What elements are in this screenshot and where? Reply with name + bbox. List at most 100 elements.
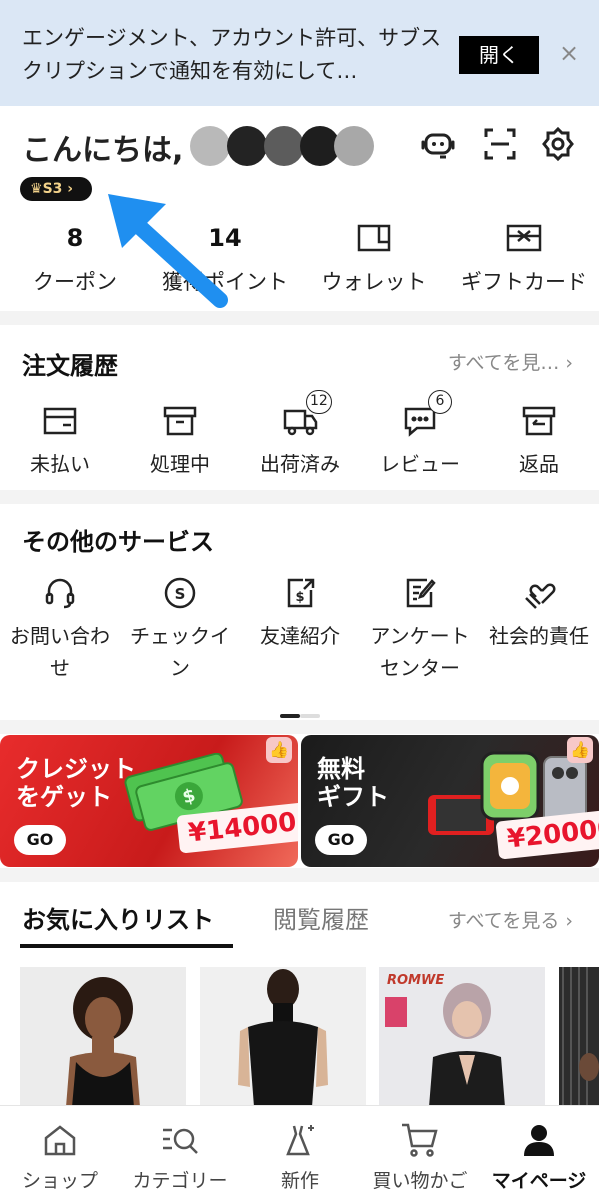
product-image[interactable] xyxy=(559,967,599,1107)
order-returns[interactable]: 返品 xyxy=(479,402,599,480)
tab-wishlist[interactable]: お気に入りリスト xyxy=(22,900,214,935)
see-all-text: すべてを見… xyxy=(447,352,560,374)
order-shipped[interactable]: 12 出荷済み xyxy=(240,390,360,480)
active-tab-underline xyxy=(20,944,233,948)
category-search-icon xyxy=(120,1120,240,1160)
svg-text:S: S xyxy=(175,585,186,603)
item-label: 処理中 xyxy=(150,452,210,476)
heart-hand-icon xyxy=(479,574,599,612)
home-icon xyxy=(0,1120,120,1160)
coin-icon: S xyxy=(120,574,240,612)
membership-level-badge[interactable]: ♛S3 › xyxy=(20,177,92,201)
customer-service-icon[interactable] xyxy=(418,124,458,164)
order-review[interactable]: 6 レビュー xyxy=(360,390,480,480)
service-contact[interactable]: お問い合わせ xyxy=(0,574,120,684)
wallet-icon xyxy=(299,222,449,254)
nav-label: 新作 xyxy=(280,1170,319,1192)
product-model-photo xyxy=(385,983,505,1107)
return-box-icon xyxy=(479,402,599,440)
section-divider xyxy=(0,720,599,734)
level-text: S3 xyxy=(42,181,63,197)
stat-gift-card[interactable]: ギフトカード xyxy=(449,222,599,296)
review-count-badge: 6 xyxy=(428,390,452,414)
item-label: 返品 xyxy=(519,452,559,476)
promo-go-button[interactable]: GO xyxy=(315,825,367,855)
item-label: 友達紹介 xyxy=(260,624,340,648)
box-icon xyxy=(120,402,240,440)
item-label: 社会的責任 xyxy=(489,624,589,648)
section-divider xyxy=(0,868,599,882)
nav-my-page[interactable]: マイページ xyxy=(479,1120,599,1193)
unpaid-wallet-icon xyxy=(0,402,120,440)
blue-arrow-annotation xyxy=(108,194,228,308)
masked-name-circle xyxy=(264,126,304,166)
nav-label: マイページ xyxy=(491,1170,587,1192)
dress-sparkle-icon xyxy=(240,1120,360,1160)
nav-label: 買い物かご xyxy=(372,1170,468,1192)
chevron-right-icon: › xyxy=(565,910,573,932)
survey-edit-icon xyxy=(360,574,480,612)
section-divider xyxy=(0,311,599,325)
product-image[interactable] xyxy=(200,967,366,1107)
product-model-photo xyxy=(238,969,328,1107)
promo-credit-banner[interactable]: クレジット をゲット GO $ ¥14000 👍 xyxy=(0,735,298,867)
service-referral[interactable]: $ 友達紹介 xyxy=(240,574,360,652)
tab-browsing-history[interactable]: 閲覧履歴 xyxy=(273,900,370,935)
product-image[interactable]: ROMWE xyxy=(379,967,545,1107)
bottom-navigation: ショップ カテゴリー 新作 買い物かご マイページ xyxy=(0,1105,599,1200)
item-label: せ xyxy=(50,656,70,680)
item-label: センター xyxy=(380,656,460,680)
service-checkin[interactable]: S チェックイン xyxy=(120,574,240,684)
review-chat-icon: 6 xyxy=(360,390,480,440)
order-unpaid[interactable]: 未払い xyxy=(0,402,120,480)
item-label: お問い合わ xyxy=(10,624,110,648)
product-model-photo xyxy=(66,977,140,1107)
chevron-right-icon: › xyxy=(565,352,573,374)
stat-label: ギフトカード xyxy=(461,270,587,294)
settings-gear-icon[interactable] xyxy=(538,124,578,164)
headset-icon xyxy=(0,574,120,612)
item-label: レビュー xyxy=(380,452,460,476)
svg-text:$: $ xyxy=(295,590,304,605)
other-services-title: その他のサービス xyxy=(22,528,214,556)
orders-see-all-link[interactable]: すべてを見… › xyxy=(448,348,573,375)
item-label: 未払い xyxy=(30,452,90,476)
promo-title: クレジット xyxy=(16,755,136,783)
nav-shop[interactable]: ショップ xyxy=(0,1120,120,1193)
section-divider xyxy=(0,490,599,504)
promo-go-button[interactable]: GO xyxy=(14,825,66,855)
item-label: アンケート xyxy=(370,624,470,648)
promo-title: ギフト xyxy=(317,783,389,811)
nav-category[interactable]: カテゴリー xyxy=(120,1120,240,1193)
promo-title: 無料 xyxy=(317,755,365,783)
promo-title: をゲット xyxy=(16,783,112,811)
wishlist-see-all-link[interactable]: すべてを見る › xyxy=(448,906,573,933)
product-brand-label: ROMWE xyxy=(387,973,445,988)
stat-wallet[interactable]: ウォレット xyxy=(299,222,449,296)
masked-name-circle xyxy=(190,126,230,166)
thumbs-up-icon: 👍 xyxy=(266,737,292,763)
stat-label: ウォレット xyxy=(321,270,427,294)
item-label: ン xyxy=(170,656,190,680)
nav-new-arrivals[interactable]: 新作 xyxy=(240,1120,360,1193)
nav-label: カテゴリー xyxy=(132,1170,228,1192)
product-image[interactable] xyxy=(20,967,186,1107)
order-history-title: 注文履歴 xyxy=(22,352,118,380)
nav-label: ショップ xyxy=(21,1170,98,1192)
service-social-responsibility[interactable]: 社会的責任 xyxy=(479,574,599,652)
see-all-text: すべてを見る xyxy=(447,910,560,932)
person-icon xyxy=(479,1120,599,1160)
order-processing[interactable]: 処理中 xyxy=(120,402,240,480)
service-survey[interactable]: アンケート センター xyxy=(360,574,480,684)
promo-gift-banner[interactable]: 無料 ギフト GO ¥20000 👍 xyxy=(301,735,599,867)
crown-icon: ♛ xyxy=(30,181,43,197)
gift-card-icon xyxy=(449,222,599,254)
truck-icon: 12 xyxy=(240,390,360,440)
close-icon[interactable]: × xyxy=(556,40,582,66)
cart-icon xyxy=(360,1120,480,1160)
item-label: チェックイ xyxy=(130,624,230,648)
open-button[interactable]: 開く xyxy=(459,36,539,74)
nav-cart[interactable]: 買い物かご xyxy=(360,1120,480,1193)
masked-name-circle xyxy=(227,126,267,166)
scan-icon[interactable] xyxy=(480,124,520,164)
